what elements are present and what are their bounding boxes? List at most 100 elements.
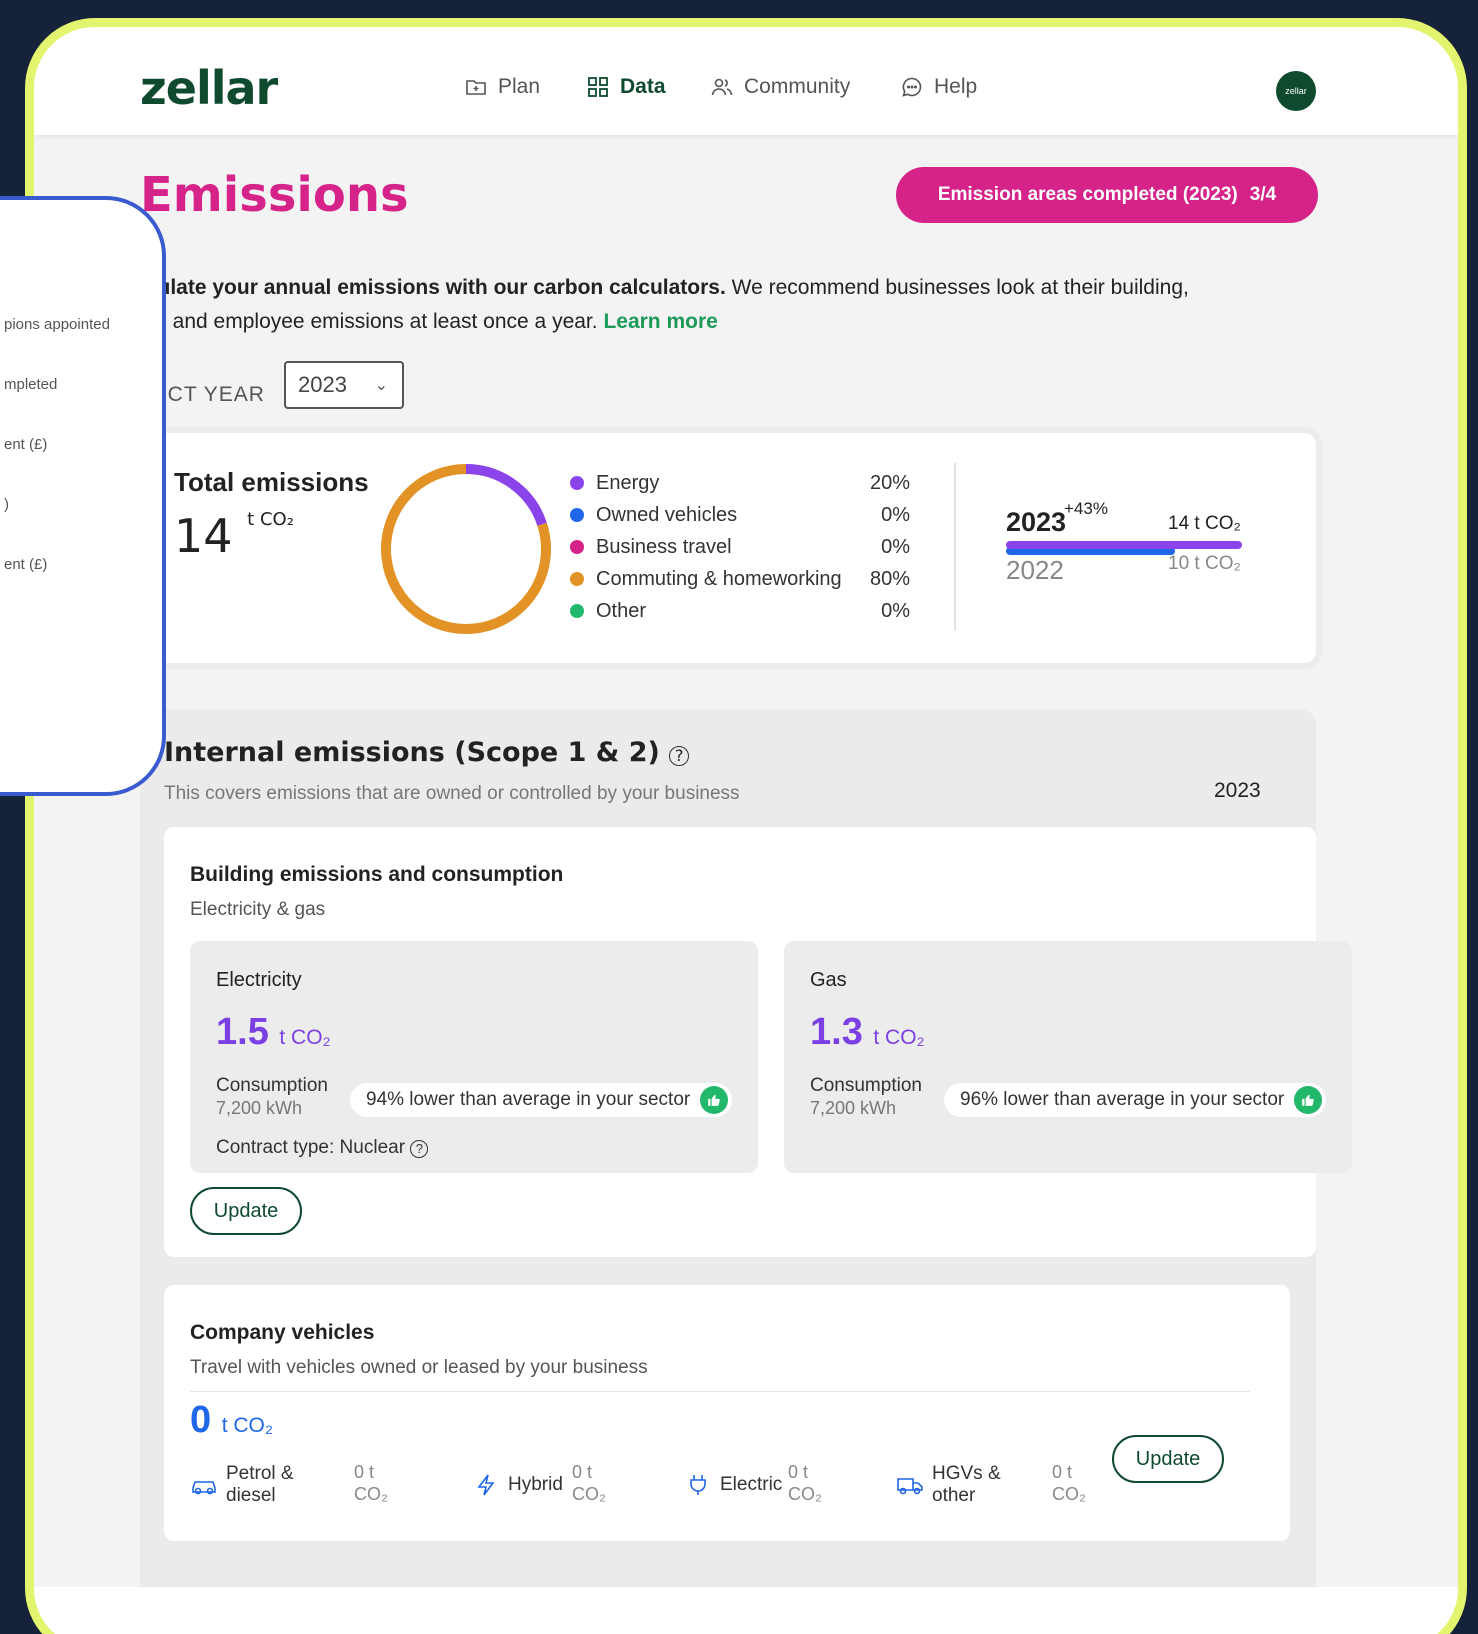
info-icon[interactable]: ? — [669, 746, 690, 766]
internal-emissions-title: Internal emissions (Scope 1 & 2) ? — [164, 737, 690, 768]
grid-icon — [588, 77, 608, 97]
hybrid-value: 0 t CO₂ — [572, 1461, 606, 1505]
avatar[interactable]: zellar — [1276, 71, 1316, 111]
building-update-button[interactable]: Update — [190, 1187, 302, 1235]
electricity-consumption: Consumption 7,200 kWh — [216, 1075, 328, 1119]
total-value-unit: t CO₂ — [247, 509, 294, 530]
zellar-logo[interactable]: zellar — [140, 61, 278, 115]
hgv-t: 0 t — [1052, 1462, 1073, 1482]
top-navigation-bar: zellar Plan Data Community Help zellar — [34, 27, 1458, 135]
electricity-title: Electricity — [216, 969, 302, 991]
side-checklist-panel: pions appointed mpleted ent (£) ) ent (£… — [0, 196, 166, 796]
internal-emissions-subtitle: This covers emissions that are owned or … — [164, 783, 740, 804]
electricity-value: 1.5 t CO₂ — [216, 1011, 331, 1054]
vehicles-divider — [190, 1391, 1250, 1392]
petrol-label-2: diesel — [226, 1485, 276, 1506]
learn-more-link[interactable]: Learn more — [603, 310, 717, 333]
gas-consumption: Consumption 7,200 kWh — [810, 1075, 922, 1119]
vehicle-petrol-diesel: Petrol & diesel — [190, 1463, 294, 1507]
hgv-value: 0 t CO₂ — [1052, 1461, 1086, 1505]
side-item-spent-1[interactable]: ent (£) — [4, 436, 47, 453]
total-emissions-value: 14 t CO₂ — [174, 509, 294, 563]
compare-year-current: 2023 — [1006, 507, 1067, 537]
hybrid-t: 0 t — [572, 1462, 593, 1482]
intro-bold: lculate your annual emissions with our c… — [140, 276, 726, 299]
intro-rest-1: We recommend businesses look at their bu… — [725, 276, 1189, 299]
intro-rest-2: vel and employee emissions at least once… — [140, 310, 598, 333]
gas-number: 1.3 — [810, 1011, 863, 1053]
gas-cons-label: Consumption — [810, 1075, 922, 1096]
hybrid-label: Hybrid — [508, 1474, 563, 1495]
car-icon — [192, 1481, 216, 1495]
nav-plan[interactable]: Plan — [464, 75, 540, 99]
electricity-unit: t CO₂ — [279, 1026, 331, 1049]
emission-areas-completed-button[interactable]: Emission areas completed (2023) 3/4 — [896, 167, 1318, 223]
nav-data-label: Data — [620, 75, 666, 98]
electricity-tile: Electricity 1.5 t CO₂ Consumption 7,200 k… — [190, 941, 758, 1173]
compare-previous-value: 10 t CO₂ — [1168, 553, 1241, 574]
hybrid-co2: CO₂ — [572, 1484, 606, 1504]
electricity-cons-value: 7,200 kWh — [216, 1098, 303, 1118]
gas-badge-text: 96% lower than average in your sector — [960, 1089, 1285, 1110]
vehicles-number: 0 — [190, 1399, 212, 1441]
compare-delta: +43% — [1064, 499, 1108, 518]
vehicles-unit: t CO₂ — [221, 1414, 274, 1437]
electricity-sector-badge: 94% lower than average in your sector — [350, 1083, 733, 1117]
gas-unit: t CO₂ — [873, 1026, 925, 1049]
info-icon[interactable]: ? — [410, 1140, 429, 1158]
electricity-cons-label: Consumption — [216, 1075, 328, 1096]
progress-label: Emission areas completed (2023) — [937, 184, 1238, 205]
legend-label: Owned vehicles — [596, 503, 738, 526]
legend-dot — [570, 476, 584, 490]
compare-current-value: 14 t CO₂ — [1168, 513, 1241, 534]
compare-year-previous: 2022 — [1006, 555, 1064, 585]
hgv-label-1: HGVs & — [932, 1463, 1001, 1484]
chat-icon — [902, 77, 922, 97]
page-title: Emissions — [140, 167, 409, 223]
app-window: zellar Plan Data Community Help zellar E… — [34, 27, 1458, 1634]
thumbs-up-icon — [1294, 1086, 1323, 1114]
total-emissions-card: Total emissions 14 t CO₂ Energy 20% Owned … — [140, 433, 1316, 663]
legend-percent: 0% — [881, 599, 910, 622]
electricity-badge-text: 94% lower than average in your sector — [366, 1089, 691, 1110]
side-item-champions[interactable]: pions appointed — [4, 316, 110, 333]
side-item-spent-2[interactable]: ent (£) — [4, 556, 47, 573]
plug-icon — [690, 1475, 706, 1495]
electric-t: 0 t — [788, 1462, 809, 1482]
side-item-4[interactable]: ) — [4, 496, 9, 513]
year-select[interactable]: 2023 ⌄ — [284, 361, 404, 409]
building-title: Building emissions and consumption — [190, 863, 564, 886]
vehicles-title: Company vehicles — [190, 1321, 375, 1344]
vehicle-hybrid: Hybrid — [472, 1473, 563, 1497]
vehicles-subtitle: Travel with vehicles owned or leased by … — [190, 1357, 648, 1378]
legend-item: Other 0% — [570, 595, 910, 627]
hgv-co2: CO₂ — [1052, 1484, 1086, 1504]
total-emissions-title: Total emissions — [174, 467, 369, 497]
electric-co2: CO₂ — [788, 1484, 822, 1504]
legend-percent: 0% — [881, 535, 910, 558]
truck-icon — [897, 1478, 923, 1495]
nav-help[interactable]: Help — [900, 75, 977, 99]
vehicles-total-value: 0 t CO₂ — [190, 1399, 273, 1442]
divider — [954, 463, 956, 631]
petrol-t: 0 t — [354, 1462, 375, 1482]
vehicle-electric: Electric — [684, 1473, 782, 1497]
plan-icon — [466, 80, 486, 95]
gas-title: Gas — [810, 969, 847, 991]
legend-percent: 80% — [869, 567, 910, 590]
legend-dot — [570, 572, 584, 586]
total-value-number: 14 — [174, 509, 233, 563]
legend-label: Energy — [596, 471, 660, 494]
side-item-completed[interactable]: mpleted — [4, 376, 57, 393]
legend-percent: 0% — [881, 503, 910, 526]
petrol-co2: CO₂ — [354, 1484, 388, 1504]
legend-dot — [570, 540, 584, 554]
vehicles-update-button[interactable]: Update — [1112, 1435, 1224, 1483]
electric-value: 0 t CO₂ — [788, 1461, 822, 1505]
company-vehicles-card: Company vehicles Travel with vehicles ow… — [164, 1285, 1290, 1541]
building-subtitle: Electricity & gas — [190, 899, 326, 920]
nav-community[interactable]: Community — [710, 75, 850, 99]
legend-label: Other — [596, 599, 647, 622]
nav-data[interactable]: Data — [586, 75, 666, 99]
gas-value: 1.3 t CO₂ — [810, 1011, 925, 1054]
